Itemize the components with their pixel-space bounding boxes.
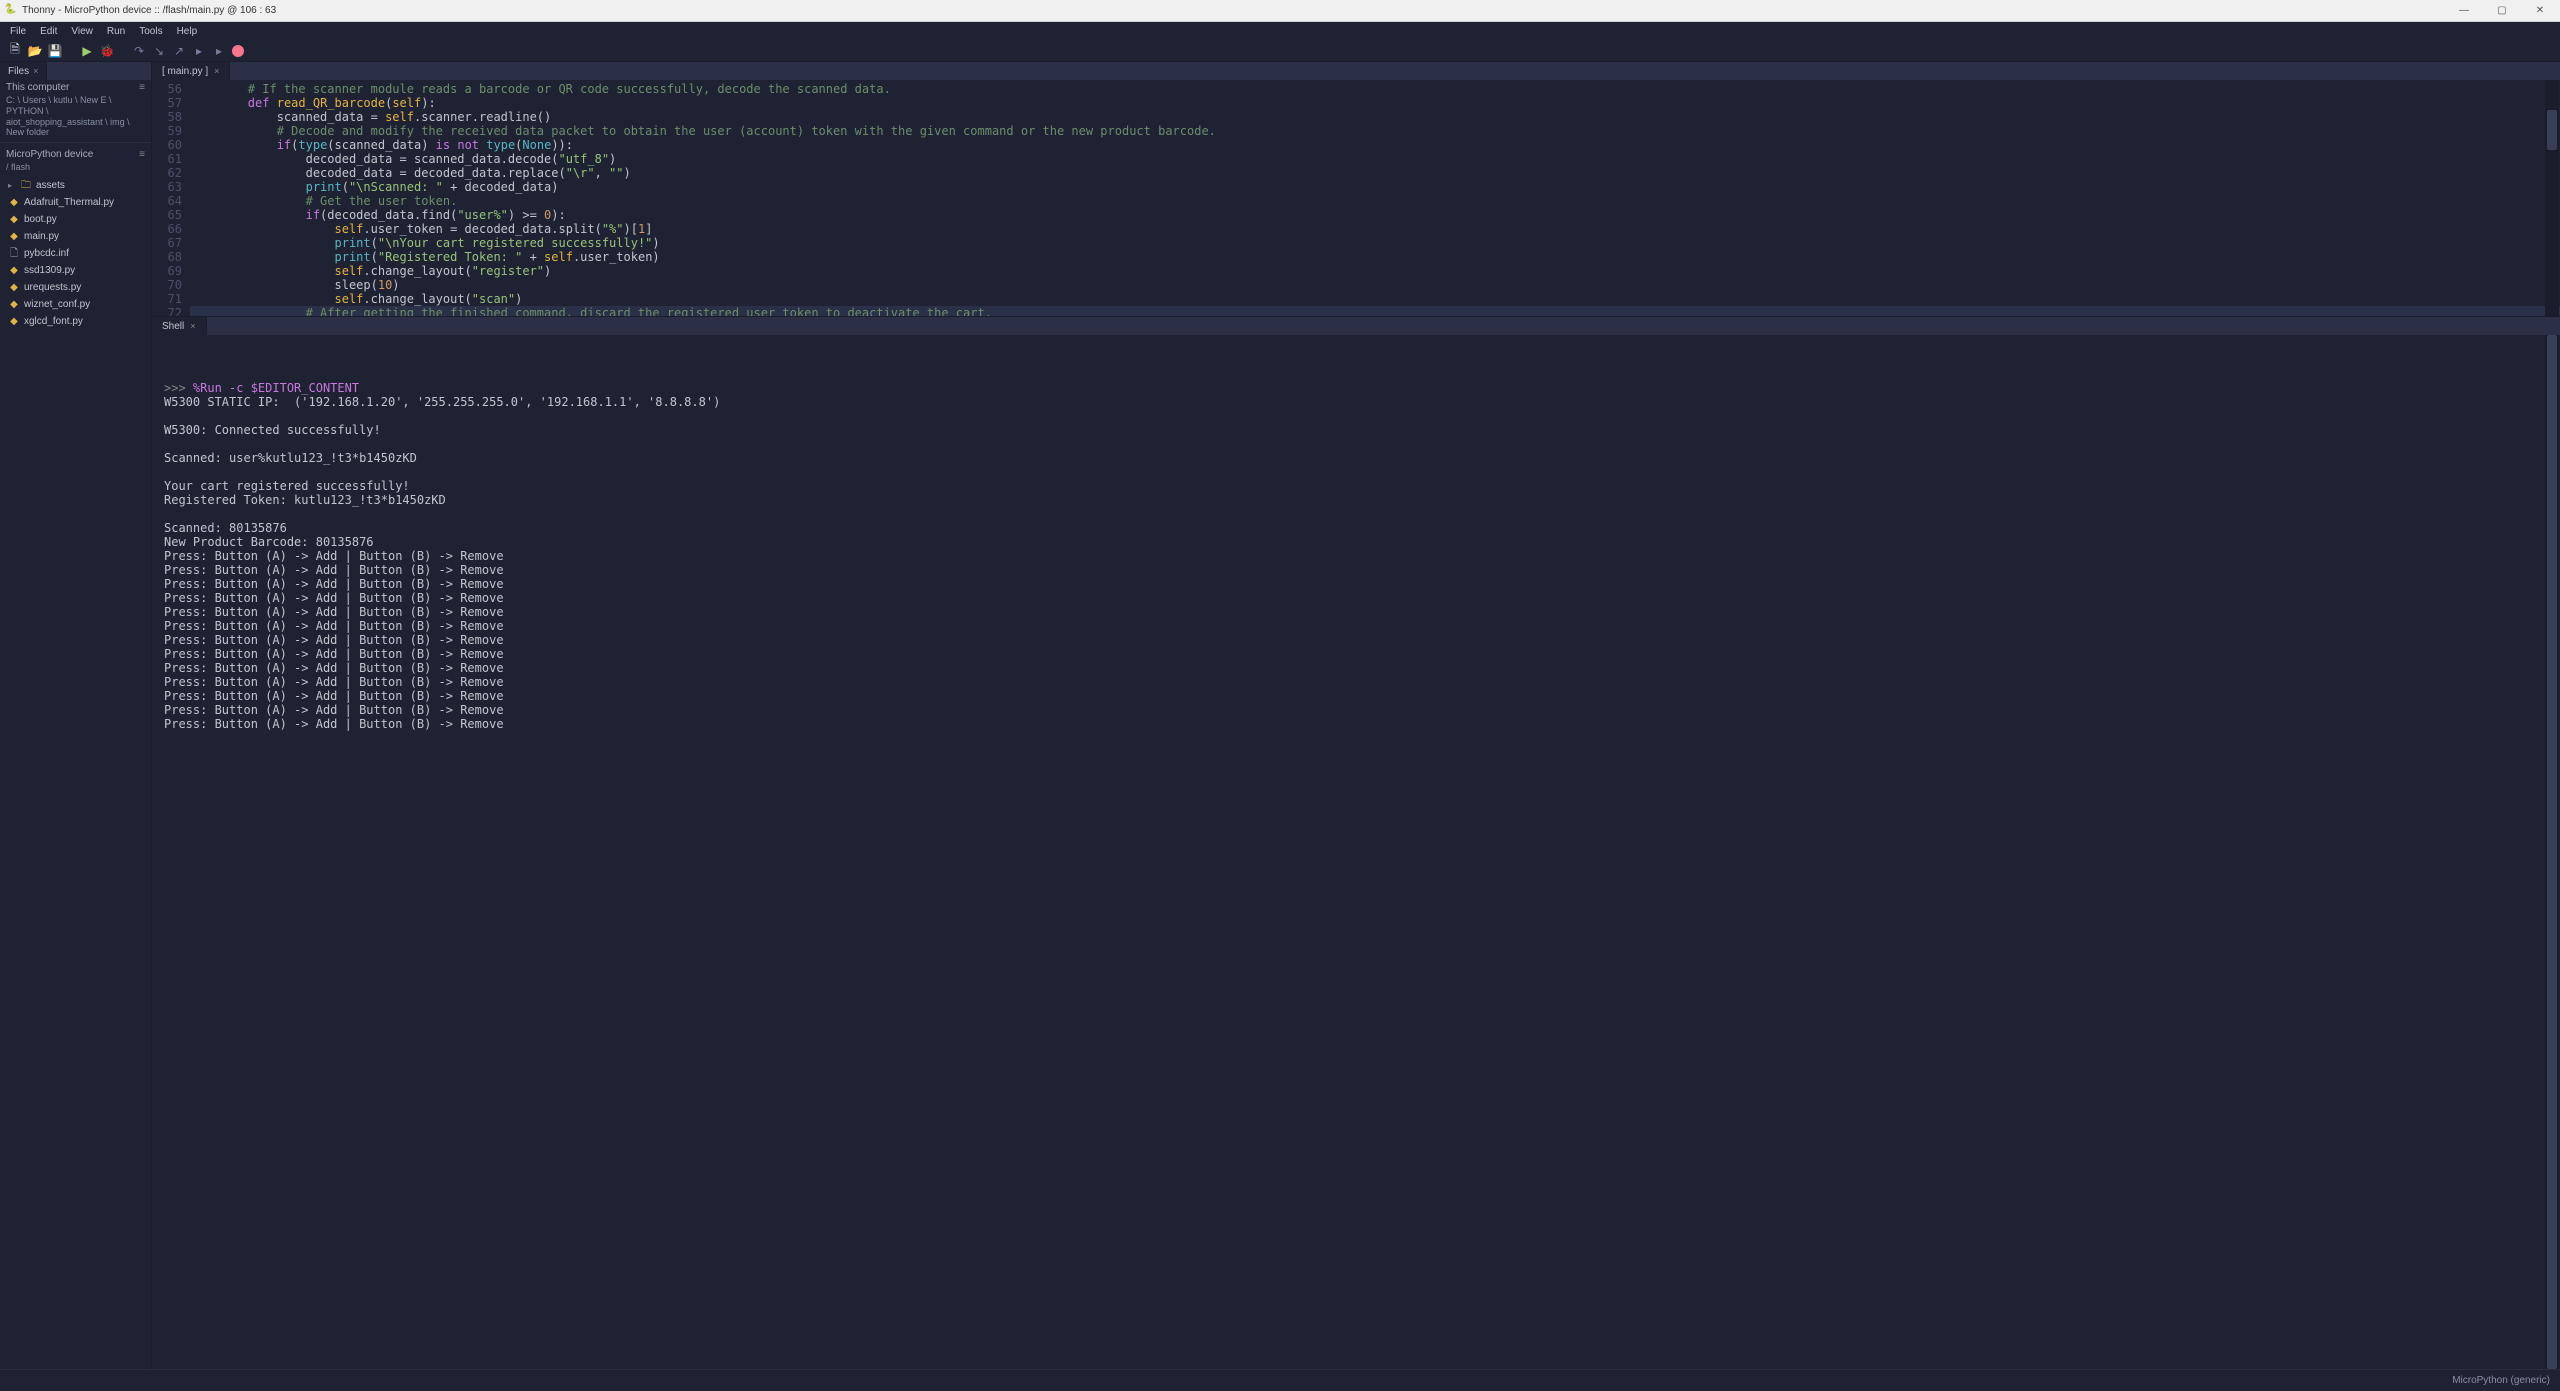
menu-file[interactable]: File <box>4 26 32 37</box>
computer-menu-icon[interactable]: ≡ <box>139 82 145 93</box>
code-content[interactable]: # If the scanner module reads a barcode … <box>190 80 2560 316</box>
menu-tools[interactable]: Tools <box>133 26 168 37</box>
files-sidebar: Files × This computer ≡ C: \ Users \ kut… <box>0 62 152 1369</box>
close-icon[interactable]: × <box>33 66 38 76</box>
debug-icon[interactable]: 🐞 <box>100 44 114 58</box>
window-minimize-button[interactable]: — <box>2452 5 2476 16</box>
line-gutter: 5657585960616263646566676869707172 <box>152 80 190 316</box>
shell-tab[interactable]: Shell × <box>152 317 207 335</box>
file-item[interactable]: ◆ xglcd_font.py <box>4 313 147 330</box>
shell-scrollbar[interactable] <box>2545 335 2559 1369</box>
editor-tab-main[interactable]: [ main.py ] × <box>152 62 230 80</box>
file-item[interactable]: ◆ main.py <box>4 228 147 245</box>
file-name: assets <box>36 178 65 193</box>
file-item[interactable]: ◆ Adafruit_Thermal.py <box>4 194 147 211</box>
step-out-icon[interactable]: ↗ <box>172 44 186 58</box>
files-tab[interactable]: Files × <box>0 62 47 80</box>
file-name: Adafruit_Thermal.py <box>24 195 114 210</box>
menu-view[interactable]: View <box>65 26 99 37</box>
device-menu-icon[interactable]: ≡ <box>139 149 145 160</box>
shell-tabs: Shell × <box>152 317 2560 335</box>
scrollbar-thumb[interactable] <box>2547 335 2557 1369</box>
python-file-icon: ◆ <box>8 280 20 295</box>
menu-help[interactable]: Help <box>171 26 204 37</box>
editor-tabs: [ main.py ] × <box>152 62 2560 80</box>
device-file-tree: 🗀 assets ◆ Adafruit_Thermal.py ◆ boot.py ◆ main… <box>0 177 151 330</box>
statusbar: MicroPython (generic) <box>0 1369 2560 1391</box>
device-header[interactable]: MicroPython device ≡ <box>0 147 151 162</box>
file-name: ssd1309.py <box>24 263 75 278</box>
files-tab-label: Files <box>8 66 29 77</box>
stop-icon[interactable] <box>232 45 244 57</box>
close-icon[interactable]: × <box>190 321 195 331</box>
debug-resume-icon[interactable]: ▸ <box>212 44 226 58</box>
device-label: MicroPython device <box>6 149 93 160</box>
python-file-icon: ◆ <box>8 263 20 278</box>
run-icon[interactable]: ▶ <box>80 44 94 58</box>
file-name: xglcd_font.py <box>24 314 83 329</box>
python-file-icon: ◆ <box>8 314 20 329</box>
open-file-icon[interactable]: 📂 <box>28 44 42 58</box>
file-name: pybcdc.inf <box>24 246 69 261</box>
close-icon[interactable]: × <box>214 66 219 76</box>
python-file-icon: ◆ <box>8 212 20 227</box>
shell-tab-label: Shell <box>162 321 184 332</box>
scrollbar-thumb[interactable] <box>2547 110 2557 150</box>
file-item[interactable]: 🗀 assets <box>4 177 147 194</box>
code-editor[interactable]: 5657585960616263646566676869707172 # If … <box>152 80 2560 316</box>
this-computer-header[interactable]: This computer ≡ <box>0 80 151 95</box>
this-computer-path[interactable]: C: \ Users \ kutlu \ New E \ PYTHON \ ai… <box>0 95 151 142</box>
file-item[interactable]: ◆ wiznet_conf.py <box>4 296 147 313</box>
workspace: Files × This computer ≡ C: \ Users \ kut… <box>0 62 2560 1369</box>
menu-run[interactable]: Run <box>101 26 131 37</box>
step-over-icon[interactable]: ↷ <box>132 44 146 58</box>
file-item[interactable]: ◆ urequests.py <box>4 279 147 296</box>
resume-icon[interactable]: ▸ <box>192 44 206 58</box>
editor-tab-label: [ main.py ] <box>162 66 208 77</box>
new-file-icon[interactable]: 🗎 <box>8 44 22 58</box>
python-file-icon: ◆ <box>8 195 20 210</box>
sidebar-tabs: Files × <box>0 62 151 80</box>
file-icon: 🗋 <box>8 246 20 261</box>
menubar: File Edit View Run Tools Help <box>0 22 2560 40</box>
window-title: Thonny - MicroPython device :: /flash/ma… <box>22 5 2452 16</box>
file-item[interactable]: ◆ boot.py <box>4 211 147 228</box>
folder-icon: 🗀 <box>20 178 32 193</box>
shell-output[interactable]: >>> %Run -c $EDITOR_CONTENT W5300 STATIC… <box>152 335 2560 1369</box>
menu-edit[interactable]: Edit <box>34 26 63 37</box>
editor-area: [ main.py ] × 56575859606162636465666768… <box>152 62 2560 1369</box>
python-file-icon: ◆ <box>8 297 20 312</box>
file-name: boot.py <box>24 212 57 227</box>
window-close-button[interactable]: ✕ <box>2528 5 2552 16</box>
file-name: urequests.py <box>24 280 81 295</box>
python-file-icon: ◆ <box>8 229 20 244</box>
toolbar: 🗎 📂 💾 ▶ 🐞 ↷ ↘ ↗ ▸ ▸ <box>0 40 2560 62</box>
file-item[interactable]: 🗋 pybcdc.inf <box>4 245 147 262</box>
step-into-icon[interactable]: ↘ <box>152 44 166 58</box>
app-icon: 🐍 <box>4 4 18 18</box>
file-name: main.py <box>24 229 59 244</box>
save-file-icon[interactable]: 💾 <box>48 44 62 58</box>
device-path[interactable]: / flash <box>0 162 151 177</box>
editor-scrollbar[interactable] <box>2545 80 2559 316</box>
window-maximize-button[interactable]: ▢ <box>2490 5 2514 16</box>
interpreter-label[interactable]: MicroPython (generic) <box>2452 1375 2550 1386</box>
file-name: wiznet_conf.py <box>24 297 90 312</box>
shell-panel: Shell × >>> %Run -c $EDITOR_CONTENT W530… <box>152 316 2560 1369</box>
file-item[interactable]: ◆ ssd1309.py <box>4 262 147 279</box>
window-titlebar: 🐍 Thonny - MicroPython device :: /flash/… <box>0 0 2560 22</box>
this-computer-label: This computer <box>6 82 69 93</box>
